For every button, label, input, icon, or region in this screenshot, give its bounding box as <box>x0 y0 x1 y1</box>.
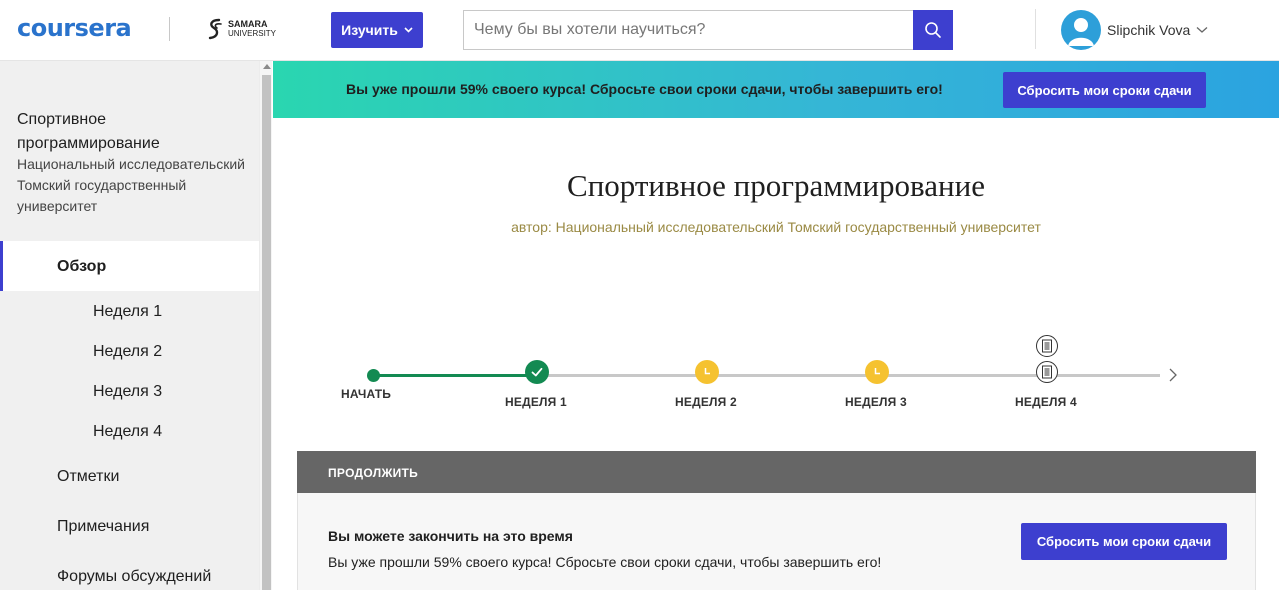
top-header: coursera SAMARA UNIVERSITY Изучить Slipc… <box>0 0 1279 61</box>
sidebar-active-highlight <box>0 241 259 291</box>
continue-title: Вы можете закончить на это время <box>328 528 573 544</box>
search-bar <box>463 10 953 50</box>
scrollbar-thumb[interactable] <box>262 75 271 590</box>
week-3-pending-node[interactable] <box>865 360 889 384</box>
sidebar-item-week-2[interactable]: Неделя 2 <box>93 343 162 361</box>
header-divider <box>1035 9 1036 49</box>
timeline-week-3-label: НЕДЕЛЯ 3 <box>845 395 907 409</box>
sidebar-course-title: Спортивное программирование <box>17 111 160 152</box>
clock-icon <box>874 368 880 375</box>
continue-panel-header: ПРОДОЛЖИТЬ <box>297 451 1256 493</box>
sidebar-course-university: Национальный исследовательский Томский г… <box>17 156 245 214</box>
continue-panel: Вы можете закончить на это время Вы уже … <box>297 493 1256 590</box>
sidebar-item-grades[interactable]: Отметки <box>57 468 119 486</box>
banner-text: Вы уже прошли 59% своего курса! Сбросьте… <box>346 81 943 97</box>
search-icon <box>925 22 941 38</box>
document-icon <box>1042 365 1052 379</box>
partner-name-line2: UNIVERSITY <box>228 29 277 38</box>
sidebar-item-overview[interactable]: Обзор <box>57 258 106 276</box>
sidebar-item-forums[interactable]: Форумы обсуждений <box>57 568 211 586</box>
week-2-pending-node[interactable] <box>695 360 719 384</box>
timeline-week-1-label: НЕДЕЛЯ 1 <box>505 395 567 409</box>
sidebar-item-notes[interactable]: Примечания <box>57 518 149 536</box>
coursera-logo[interactable]: coursera <box>17 14 132 42</box>
explore-button[interactable]: Изучить <box>331 12 423 48</box>
timeline-week-2-label: НЕДЕЛЯ 2 <box>675 395 737 409</box>
sidebar-item-week-4[interactable]: Неделя 4 <box>93 423 162 441</box>
user-silhouette-icon <box>1068 18 1094 46</box>
reset-deadlines-button[interactable]: Сбросить мои сроки сдачи <box>1021 523 1227 560</box>
timeline-week-4-label: НЕДЕЛЯ 4 <box>1015 395 1077 409</box>
explore-label: Изучить <box>341 22 398 38</box>
timeline-start-dot <box>367 369 380 382</box>
partner-name-line1: SAMARA <box>228 19 268 29</box>
document-icon <box>1042 339 1052 353</box>
course-author[interactable]: автор: Национальный исследовательский То… <box>273 219 1279 235</box>
sidebar-scrollbar[interactable] <box>259 61 272 590</box>
checkmark-icon <box>531 367 543 377</box>
sidebar-item-week-1[interactable]: Неделя 1 <box>93 303 162 321</box>
week-4-assignment-node[interactable] <box>1036 361 1058 383</box>
chevron-down-icon <box>1196 27 1208 33</box>
partner-logo: SAMARA UNIVERSITY <box>206 16 276 42</box>
course-timeline: НАЧАТЬ НЕДЕЛЯ 1 НЕДЕЛЯ 2 НЕДЕЛЯ 3 НЕДЕЛЯ… <box>330 330 1200 420</box>
timeline-start-label: НАЧАТЬ <box>341 387 392 401</box>
course-sidebar: Спортивное программирование Национальный… <box>0 61 259 590</box>
samara-mark-icon <box>208 18 222 40</box>
user-name: Slipchik Vova <box>1107 22 1191 38</box>
continue-text: Вы уже прошли 59% своего курса! Сбросьте… <box>328 554 882 570</box>
chevron-down-icon <box>404 27 413 33</box>
clock-icon <box>704 368 710 375</box>
week-4-assignment-node[interactable] <box>1036 335 1058 357</box>
sidebar-item-week-3[interactable]: Неделя 3 <box>93 383 162 401</box>
continue-header-text: ПРОДОЛЖИТЬ <box>328 466 419 480</box>
avatar <box>1061 10 1101 50</box>
search-button[interactable] <box>913 10 953 50</box>
user-menu[interactable]: Slipchik Vova <box>1061 10 1208 50</box>
timeline-progress <box>370 374 540 377</box>
chevron-right-icon[interactable] <box>1168 367 1178 383</box>
reset-deadlines-button[interactable]: Сбросить мои сроки сдачи <box>1003 72 1206 108</box>
deadline-banner: Вы уже прошли 59% своего курса! Сбросьте… <box>273 61 1279 118</box>
scroll-up-arrow-icon[interactable] <box>263 64 271 69</box>
week-1-completed-node[interactable] <box>525 360 549 384</box>
logo-divider <box>169 17 170 41</box>
page-title: Спортивное программирование <box>567 168 985 203</box>
search-input[interactable] <box>463 10 914 50</box>
